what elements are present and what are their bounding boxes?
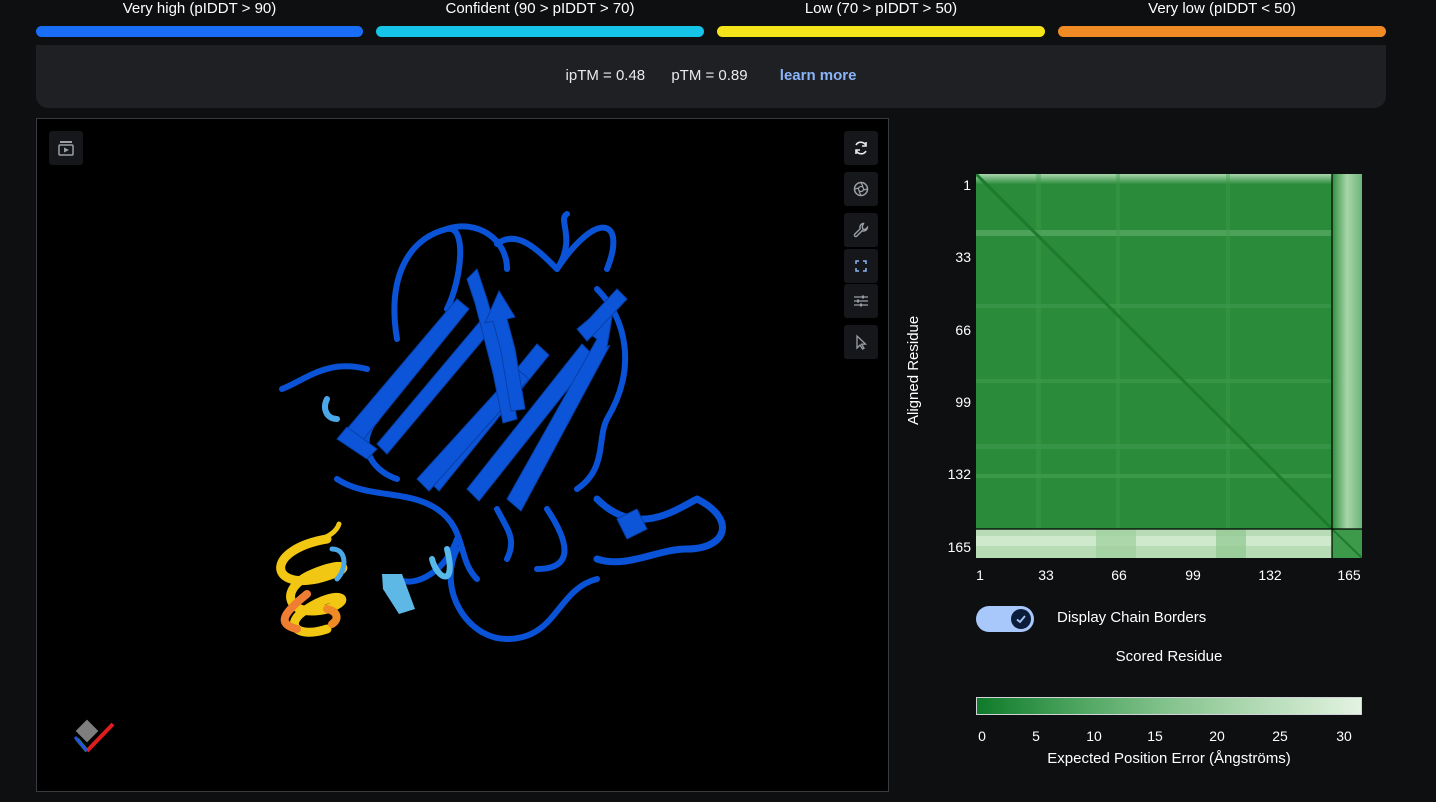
pae-xtick: 165 (1337, 567, 1361, 583)
colorbar-tick: 30 (1336, 728, 1352, 744)
legend-confident: Confident (90 > pIDDT > 70) (376, 0, 704, 40)
chain-borders-toggle[interactable] (976, 606, 1034, 632)
legend-label: Confident (90 > pIDDT > 70) (445, 0, 635, 17)
iptm-value: ipTM = 0.48 (565, 67, 646, 84)
legend-very-high: Very high (pIDDT > 90) (36, 0, 363, 40)
legend-bar (717, 26, 1045, 37)
ptm-value: pTM = 0.89 (671, 67, 748, 84)
legend-label: Very high (pIDDT > 90) (122, 0, 277, 17)
beta-strand (506, 309, 614, 512)
pae-band (976, 230, 1332, 236)
protein-structure (73, 211, 726, 753)
loop (279, 363, 370, 392)
pae-ytick: 99 (955, 394, 971, 410)
loop (447, 546, 600, 642)
pae-y-label: Aligned Residue (905, 315, 922, 425)
colorbar-tick: 25 (1272, 728, 1288, 744)
check-icon (1016, 615, 1026, 624)
pae-band (1096, 529, 1136, 558)
loop (334, 476, 480, 582)
pae-band (1036, 174, 1041, 529)
colorbar-tick: 0 (978, 728, 986, 744)
pae-ytick: 165 (947, 539, 971, 555)
pae-xtick: 33 (1038, 567, 1054, 583)
learn-more-link[interactable]: learn more (780, 67, 857, 84)
legend-very-low: Very low (pIDDT < 50) (1058, 0, 1386, 40)
helix (314, 521, 342, 542)
pae-band (1216, 529, 1246, 558)
toggle-knob (1011, 609, 1031, 629)
pae-band (1116, 174, 1120, 529)
colorbar-title: Expected Position Error (Ångströms) (1047, 750, 1291, 767)
pae-band (976, 444, 1332, 449)
pae-x-label: Scored Residue (1115, 648, 1223, 665)
pae-ytick: 33 (955, 249, 971, 265)
legend-bar (36, 26, 363, 37)
pae-xtick: 99 (1185, 567, 1201, 583)
legend-low: Low (70 > pIDDT > 50) (717, 0, 1045, 40)
pae-band (976, 304, 1332, 308)
helix (323, 605, 341, 628)
pae-ytick: 66 (955, 322, 971, 338)
pae-ytick: 132 (947, 466, 971, 482)
pae-xtick: 132 (1258, 567, 1282, 583)
legend-bar (376, 26, 704, 37)
loop (494, 506, 515, 562)
chain-borders-label: Display Chain Borders (1057, 609, 1207, 626)
colorbar-tick: 5 (1032, 728, 1040, 744)
pae-xtick: 66 (1111, 567, 1127, 583)
structure-viewer[interactable] (36, 118, 889, 792)
pae-xtick: 1 (976, 567, 984, 583)
loop (534, 506, 568, 572)
loop (593, 495, 726, 566)
legend-label: Very low (pIDDT < 50) (1148, 0, 1296, 17)
pae-ytick: 1 (963, 177, 971, 193)
colorbar-tick: 10 (1086, 728, 1102, 744)
metrics-bar: ipTM = 0.48 pTM = 0.89 learn more (36, 45, 1386, 108)
legend-bar (1058, 26, 1386, 37)
pae-band (976, 536, 1332, 546)
pae-colorbar (976, 697, 1362, 715)
pae-band (976, 379, 1332, 383)
pae-heatmap[interactable] (976, 174, 1362, 558)
colorbar-tick: 20 (1209, 728, 1225, 744)
pae-band (976, 174, 1332, 184)
colorbar-tick: 15 (1147, 728, 1163, 744)
loop (322, 396, 340, 422)
axis-gizmo (73, 719, 115, 753)
legend-label: Low (70 > pIDDT > 50) (804, 0, 958, 17)
pae-block-b (1332, 174, 1362, 529)
pae-band (1226, 174, 1230, 529)
